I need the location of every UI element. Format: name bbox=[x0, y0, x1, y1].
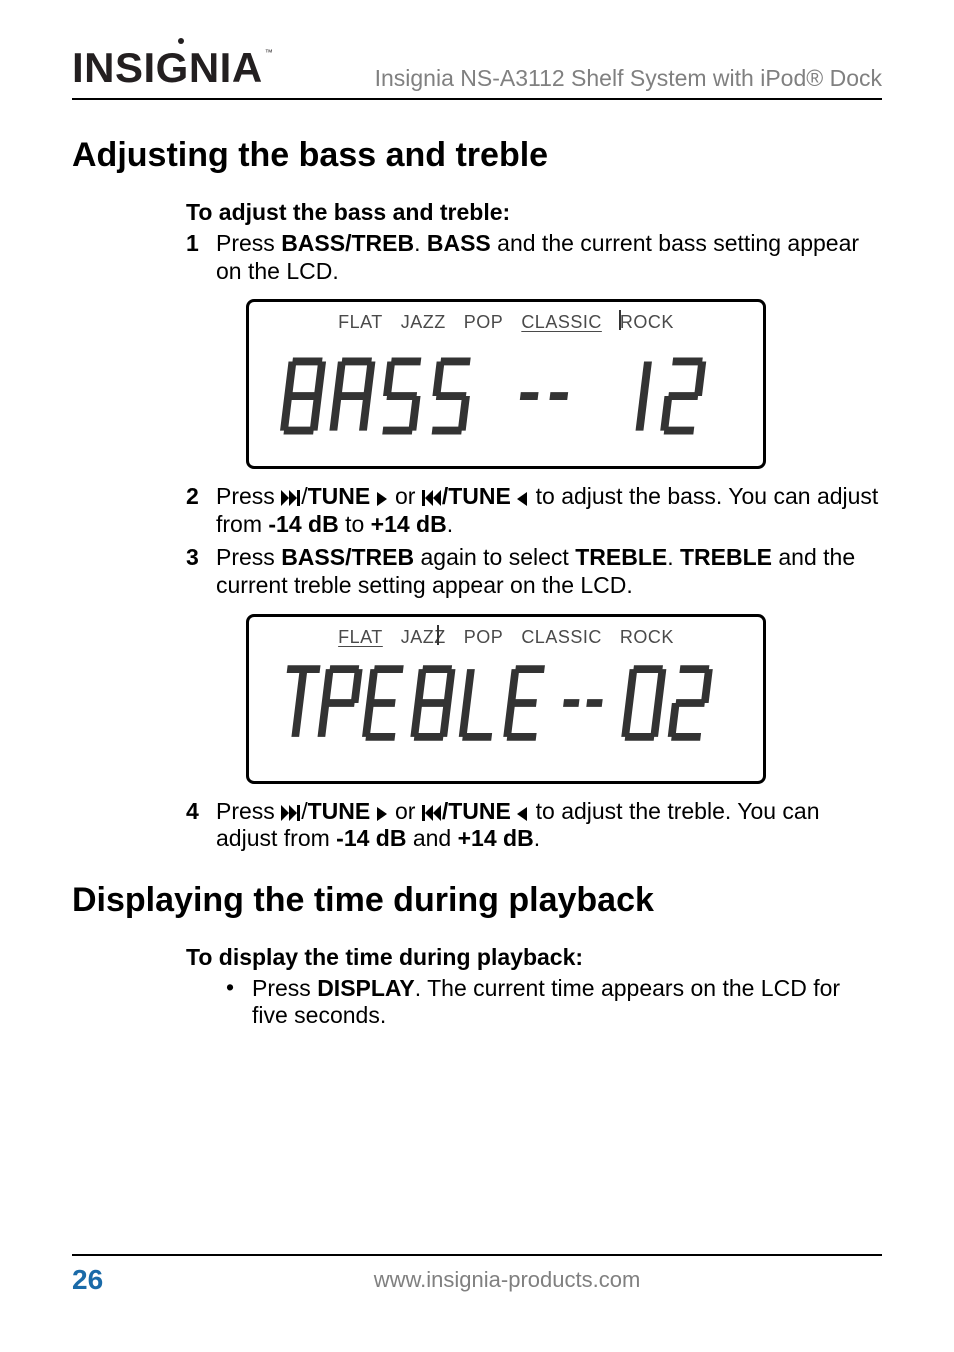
document-title: Insignia NS-A3112 Shelf System with iPod… bbox=[375, 65, 882, 92]
page-header: INSIGNIA™ Insignia NS-A3112 Shelf System… bbox=[72, 44, 882, 100]
lcd-preset-row: FLAT JAZZ POP CLASSIC ROCK bbox=[269, 627, 743, 648]
lcd-cursor-icon bbox=[619, 310, 621, 330]
step-number: 4 bbox=[186, 798, 216, 853]
preset-rock: ROCK bbox=[618, 312, 676, 333]
lcd-figure-treble: FLAT JAZZ POP CLASSIC ROCK bbox=[246, 614, 882, 784]
preset-classic: CLASSIC bbox=[519, 627, 604, 648]
page-root: INSIGNIA™ Insignia NS-A3112 Shelf System… bbox=[0, 0, 954, 1352]
step-number: 2 bbox=[186, 483, 216, 538]
lcd-cursor-icon bbox=[437, 625, 439, 645]
section2-body: To display the time during playback: • P… bbox=[186, 944, 882, 1030]
play-left-icon bbox=[517, 807, 529, 821]
preset-flat: FLAT bbox=[336, 627, 385, 648]
footer-url: www.insignia-products.com bbox=[132, 1267, 882, 1293]
section2-subhead: To display the time during playback: bbox=[186, 944, 882, 971]
step-text: Press BASS/TREB. BASS and the current ba… bbox=[216, 230, 882, 285]
preset-pop: POP bbox=[462, 627, 506, 648]
step-3: 3 Press BASS/TREB again to select TREBLE… bbox=[186, 544, 882, 599]
play-right-icon bbox=[377, 492, 389, 506]
step-number: 1 bbox=[186, 230, 216, 285]
rewind-icon bbox=[422, 805, 442, 821]
lcd-segment-row bbox=[269, 658, 743, 750]
lcd-panel: FLAT JAZZ POP CLASSIC ROCK bbox=[246, 299, 766, 469]
bullet-text: Press DISPLAY. The current time appears … bbox=[252, 975, 882, 1030]
step-text: Press /TUNE or /TUNE to adjust the trebl… bbox=[216, 798, 882, 853]
step-1: 1 Press BASS/TREB. BASS and the current … bbox=[186, 230, 882, 285]
preset-classic: CLASSIC bbox=[519, 312, 604, 333]
step-4: 4 Press /TUNE or /TUNE to adjust the tre… bbox=[186, 798, 882, 853]
lcd-segment-row bbox=[269, 351, 743, 443]
step-text: Press /TUNE or /TUNE to adjust the bass.… bbox=[216, 483, 882, 538]
section-heading-bass-treble: Adjusting the bass and treble bbox=[72, 136, 882, 175]
section-heading-display-time: Displaying the time during playback bbox=[72, 881, 882, 920]
preset-pop: POP bbox=[462, 312, 506, 333]
preset-flat: FLAT bbox=[336, 312, 385, 333]
brand-logo: INSIGNIA™ bbox=[72, 44, 273, 92]
trademark-symbol: ™ bbox=[265, 48, 274, 57]
logo-dot-icon bbox=[178, 38, 184, 44]
lcd-preset-row: FLAT JAZZ POP CLASSIC ROCK bbox=[269, 312, 743, 333]
brand-text: INSIGNIA™ bbox=[72, 44, 273, 92]
lcd-figure-bass: FLAT JAZZ POP CLASSIC ROCK bbox=[246, 299, 882, 469]
fast-forward-icon bbox=[281, 490, 301, 506]
lcd-segment-treble-icon bbox=[269, 658, 743, 750]
rewind-icon bbox=[422, 490, 442, 506]
step-text: Press BASS/TREB again to select TREBLE. … bbox=[216, 544, 882, 599]
preset-jazz: JAZZ bbox=[399, 312, 448, 333]
lcd-segment-bass-icon bbox=[269, 351, 743, 443]
preset-jazz: JAZZ bbox=[399, 627, 448, 648]
section1-subhead: To adjust the bass and treble: bbox=[186, 199, 882, 226]
page-number: 26 bbox=[72, 1264, 132, 1296]
brand-name: INSIGNIA bbox=[72, 44, 263, 91]
play-left-icon bbox=[517, 492, 529, 506]
bullet-item: • Press DISPLAY. The current time appear… bbox=[226, 975, 882, 1030]
step-2: 2 Press /TUNE or /TUNE to adjust the bas… bbox=[186, 483, 882, 538]
preset-rock: ROCK bbox=[618, 627, 676, 648]
play-right-icon bbox=[377, 807, 389, 821]
lcd-panel: FLAT JAZZ POP CLASSIC ROCK bbox=[246, 614, 766, 784]
bullet-dot-icon: • bbox=[226, 975, 252, 1030]
fast-forward-icon bbox=[281, 805, 301, 821]
step-number: 3 bbox=[186, 544, 216, 599]
page-footer: 26 www.insignia-products.com bbox=[72, 1254, 882, 1296]
section1-body: To adjust the bass and treble: 1 Press B… bbox=[186, 199, 882, 853]
